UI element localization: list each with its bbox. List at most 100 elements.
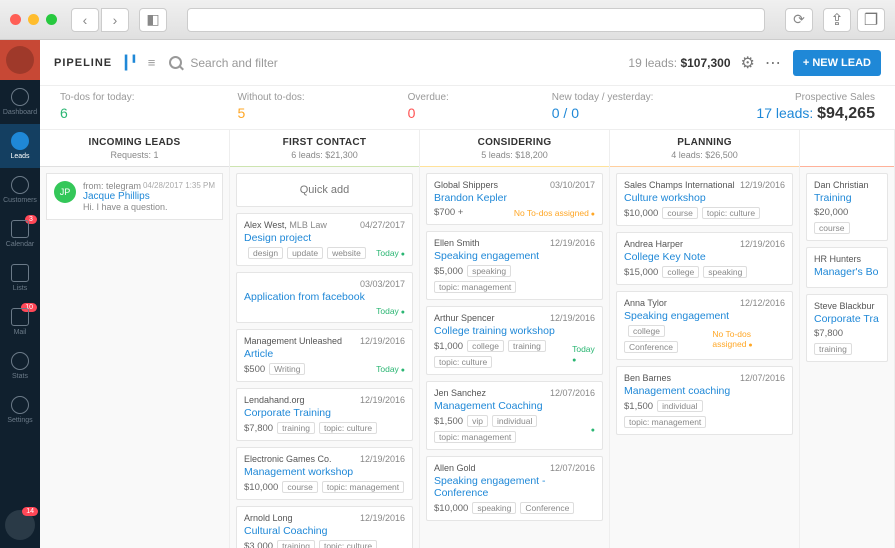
tag[interactable]: training [277,540,315,548]
tag[interactable]: training [277,422,315,434]
column-planning: PLANNING4 leads: $26,500 Sales Champs In… [610,130,800,548]
lead-title: Cultural Coaching [244,525,405,537]
search-input[interactable]: Search and filter [169,56,628,70]
tag[interactable]: design [248,247,283,259]
tag[interactable]: individual [492,415,537,427]
tag[interactable]: website [327,247,366,259]
tag[interactable]: college [467,340,504,352]
lead-card[interactable]: HR Hunters Manager's Bo [806,247,888,288]
back-button[interactable]: ‹ [71,8,99,32]
tag[interactable]: Writing [269,363,305,375]
tag[interactable]: course [282,481,318,493]
tag[interactable]: training [508,340,546,352]
sidebar-toggle-button[interactable]: ◧ [139,8,167,32]
tag[interactable]: Conference [624,341,678,353]
tag[interactable]: training [814,343,852,355]
tag[interactable]: topic: culture [434,356,492,368]
tag[interactable]: topic: culture [319,540,377,548]
tag[interactable]: college [662,266,699,278]
tag[interactable]: topic: management [624,416,706,428]
lead-card[interactable]: Sales Champs International12/19/2016 Cul… [616,173,793,226]
lead-card[interactable]: Allen Gold12/07/2016 Speaking engagement… [426,456,603,521]
lead-card[interactable]: Andrea Harper12/19/2016 College Key Note… [616,232,793,285]
lead-card[interactable]: Anna Tylor12/12/2016 Speaking engagement… [616,291,793,360]
tag[interactable]: vip [467,415,488,427]
nav-customers[interactable]: Customers [0,168,40,212]
quick-add-card[interactable]: Quick add [236,173,413,207]
lead-card[interactable]: Ben Barnes12/07/2016 Management coaching… [616,366,793,435]
user-avatar[interactable] [0,40,40,80]
lead-card[interactable]: Arthur Spencer12/19/2016 College trainin… [426,306,603,375]
contact-label: Anna Tylor [624,298,667,308]
view-toggle[interactable]: ┃╹ ≡ [122,55,155,71]
lead-card[interactable]: Steve Blackbur Corporate Tra $7,800train… [806,294,888,362]
column-header[interactable] [800,130,894,167]
new-lead-button[interactable]: + NEW LEAD [793,50,881,76]
maximize-window-icon[interactable] [46,14,57,25]
tag[interactable]: course [814,222,850,234]
share-button[interactable]: ⇪ [823,8,851,32]
tag[interactable]: college [628,325,665,337]
tag[interactable]: speaking [467,265,511,277]
price-label: $700 + [434,207,463,218]
lead-card[interactable]: Global Shippers03/10/2017 Brandon Kepler… [426,173,603,225]
tag[interactable]: topic: management [322,481,404,493]
lead-card[interactable]: Arnold Long12/19/2016 Cultural Coaching … [236,506,413,548]
tag[interactable]: topic: culture [319,422,377,434]
kanban-view-icon[interactable]: ┃╹ [122,55,138,71]
tag[interactable]: speaking [703,266,747,278]
lead-card[interactable]: Electronic Games Co.12/19/2016 Managemen… [236,447,413,500]
contact-label: Global Shippers [434,180,498,190]
leads-icon [11,132,29,150]
gear-icon[interactable]: ⚙ [741,53,755,73]
message-preview: Hi. I have a question. [83,202,215,212]
address-bar[interactable] [187,8,765,32]
minimize-window-icon[interactable] [28,14,39,25]
chat-bubble[interactable]: 14 [5,510,35,540]
dashboard-icon [11,88,29,106]
tabs-button[interactable]: ❐ [857,8,885,32]
lead-card[interactable]: Jen Sanchez12/07/2016 Management Coachin… [426,381,603,450]
lead-card[interactable]: Management Unleashed12/19/2016 Article $… [236,329,413,382]
lead-card[interactable]: Dan Christian Training $20,000course [806,173,888,241]
column-header[interactable]: PLANNING4 leads: $26,500 [610,130,799,167]
nav-settings[interactable]: Settings [0,388,40,432]
contact-name: Jacque Phillips [83,191,215,202]
window-controls[interactable] [10,14,57,25]
status-label: Today [376,248,405,258]
price-label: $15,000 [624,267,658,278]
nav-stats[interactable]: Stats [0,344,40,388]
nav-leads[interactable]: Leads [0,124,40,168]
incoming-lead-card[interactable]: JP from: telegram04/28/2017 1:35 PM Jacq… [46,173,223,220]
stat-without-todos: Without to-dos:5 [237,92,304,123]
forward-button[interactable]: › [101,8,129,32]
column-header[interactable]: INCOMING LEADSRequests: 1 [40,130,229,167]
tag[interactable]: topic: management [434,281,516,293]
price-label: $20,000 [814,207,848,218]
lead-card[interactable]: 03/03/2017 Application from facebook Tod… [236,272,413,323]
tag[interactable]: individual [657,400,702,412]
reload-button[interactable]: ⟳ [785,8,813,32]
date-label: 04/28/2017 1:35 PM [143,181,215,190]
nav-dashboard[interactable]: Dashboard [0,80,40,124]
nav-lists[interactable]: Lists [0,256,40,300]
lead-card[interactable]: Ellen Smith12/19/2016 Speaking engagemen… [426,231,603,300]
tag[interactable]: speaking [472,502,516,514]
close-window-icon[interactable] [10,14,21,25]
column-header[interactable]: CONSIDERING5 leads: $18,200 [420,130,609,167]
lead-card[interactable]: Lendahand.org12/19/2016 Corporate Traini… [236,388,413,441]
column-header[interactable]: FIRST CONTACT6 leads: $21,300 [230,130,419,167]
tag[interactable]: Conference [520,502,574,514]
tag[interactable]: topic: culture [702,207,760,219]
lead-title: Article [244,348,405,360]
list-view-icon[interactable]: ≡ [148,55,156,70]
tag[interactable]: course [662,207,698,219]
tag[interactable]: topic: management [434,431,516,443]
more-icon[interactable]: ⋯ [765,53,781,73]
contact-label: Arnold Long [244,513,293,523]
tag[interactable]: update [287,247,323,259]
nav-calendar[interactable]: 3Calendar [0,212,40,256]
nav-mail[interactable]: 10Mail [0,300,40,344]
lead-card[interactable]: Alex West, MLB Law04/27/2017 Design proj… [236,213,413,266]
lead-title: Speaking engagement [624,310,785,322]
